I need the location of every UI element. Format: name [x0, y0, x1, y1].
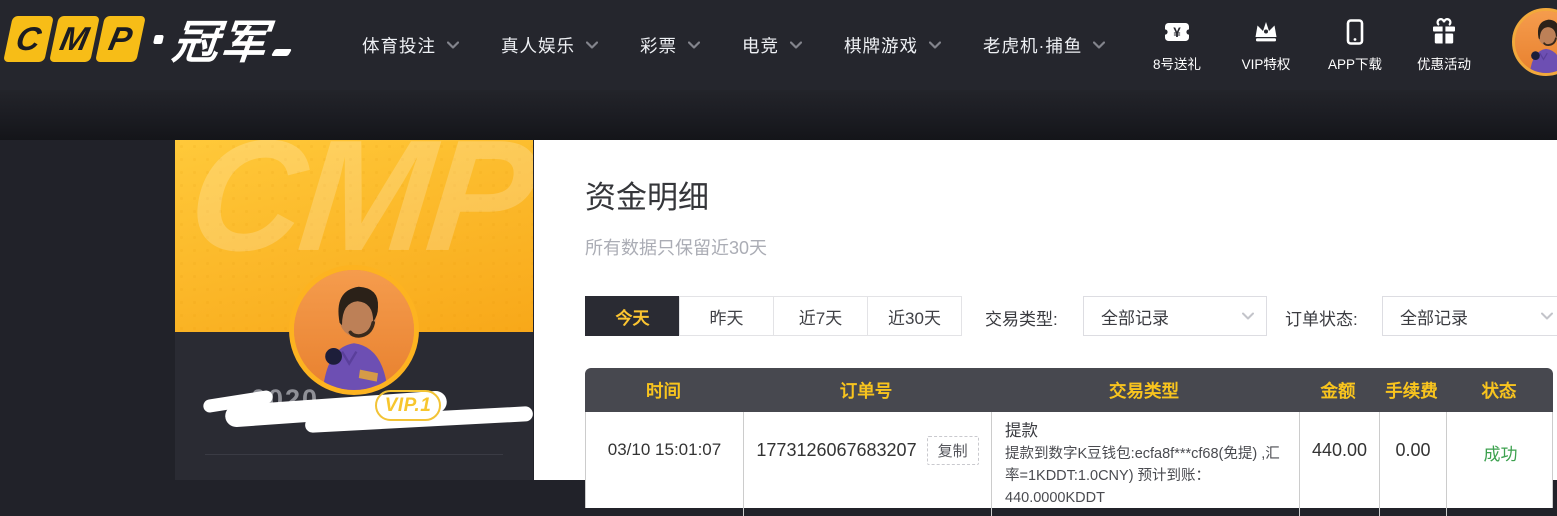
- vip-level-label: VIP.1: [385, 395, 432, 417]
- brand-logo[interactable]: C M P 冠军: [8, 13, 290, 65]
- profile-avatar[interactable]: [289, 265, 419, 395]
- transaction-type-description: 提款到数字K豆钱包:ecfa8f***cf68(免提) ,汇率=1KDDT:1.…: [1005, 443, 1286, 509]
- logo-brand-name: 冠军: [170, 6, 273, 72]
- nav-item-label: 真人娱乐: [501, 33, 575, 58]
- logo-letter-box: M: [49, 16, 100, 62]
- quick-link-app-download[interactable]: APP下载: [1325, 18, 1385, 73]
- tab-last-7-days[interactable]: 近7天: [773, 296, 868, 336]
- quick-links: ¥ 8号送礼 VIP特权 APP下载: [1147, 0, 1474, 90]
- nav-item-label: 彩票: [640, 33, 677, 58]
- cell-transaction-type: 提款 提款到数字K豆钱包:ecfa8f***cf68(免提) ,汇率=1KDDT…: [991, 412, 1299, 516]
- transaction-type-title: 提款: [1005, 419, 1286, 443]
- nav-item-label: 体育投注: [362, 33, 436, 58]
- quick-link-vip[interactable]: VIP特权: [1236, 18, 1296, 73]
- main-nav-menu: 体育投注 真人娱乐 彩票 电竞 棋牌游戏 老虎机·捕鱼: [362, 0, 1105, 90]
- nav-item-slots-fishing[interactable]: 老虎机·捕鱼: [983, 33, 1105, 58]
- logo-letter: M: [57, 20, 93, 58]
- column-header-fee: 手续费: [1378, 368, 1445, 412]
- quick-link-promotions[interactable]: 优惠活动: [1414, 18, 1474, 73]
- nav-item-label: 电竞: [742, 33, 779, 58]
- header-shadow-band: [0, 90, 1557, 140]
- phone-icon: [1341, 18, 1369, 46]
- tab-yesterday[interactable]: 昨天: [679, 296, 774, 336]
- transaction-type-select[interactable]: 全部记录: [1083, 296, 1267, 336]
- logo-letter-box: P: [95, 16, 146, 62]
- card-divider: [205, 454, 503, 455]
- copy-button[interactable]: 复制: [927, 436, 979, 465]
- cell-fee: 0.00: [1379, 412, 1446, 516]
- logo-letter: C: [13, 20, 45, 58]
- cell-amount: 440.00: [1299, 412, 1379, 516]
- tab-today[interactable]: 今天: [585, 296, 680, 336]
- order-id-text: 1773126067683207: [756, 440, 916, 461]
- cell-status: 成功: [1446, 412, 1554, 516]
- chevron-down-icon: [790, 41, 802, 49]
- select-value: 全部记录: [1400, 304, 1468, 329]
- nav-item-live-casino[interactable]: 真人娱乐: [501, 33, 598, 58]
- transaction-type-label: 交易类型:: [985, 305, 1058, 330]
- table-row: 03/10 15:01:07 1773126067683207 复制 提款 提款…: [585, 412, 1553, 508]
- svg-text:¥: ¥: [1173, 25, 1181, 40]
- nav-item-sports[interactable]: 体育投注: [362, 33, 459, 58]
- column-header-type: 交易类型: [990, 368, 1298, 412]
- chevron-down-icon: [1242, 312, 1254, 320]
- page-title: 资金明细: [585, 172, 709, 217]
- quick-link-label: VIP特权: [1242, 53, 1291, 73]
- column-header-amount: 金额: [1298, 368, 1378, 412]
- cell-time: 03/10 15:01:07: [586, 412, 743, 516]
- cell-order-id: 1773126067683207 复制: [743, 412, 991, 516]
- quick-link-label: 8号送礼: [1153, 53, 1201, 73]
- logo-dash: [271, 49, 292, 56]
- quick-link-label: APP下载: [1328, 53, 1382, 73]
- chevron-down-icon: [447, 41, 459, 49]
- vip-level-badge: VIP.1: [375, 390, 441, 421]
- select-value: 全部记录: [1101, 304, 1169, 329]
- chevron-down-icon: [688, 41, 700, 49]
- profile-card: CMP 0020 VIP.1: [175, 140, 533, 480]
- logo-letter-box: C: [3, 16, 54, 62]
- column-header-order-id: 订单号: [742, 368, 990, 412]
- tab-last-30-days[interactable]: 近30天: [867, 296, 962, 336]
- column-header-time: 时间: [585, 368, 742, 412]
- nav-item-label: 老虎机·捕鱼: [983, 33, 1082, 58]
- order-status-label: 订单状态:: [1285, 305, 1358, 330]
- quick-link-gift8[interactable]: ¥ 8号送礼: [1147, 18, 1207, 73]
- chevron-down-icon: [929, 41, 941, 49]
- ticket-yuan-icon: ¥: [1163, 18, 1191, 46]
- nav-item-lottery[interactable]: 彩票: [640, 33, 700, 58]
- quick-link-label: 优惠活动: [1417, 53, 1471, 73]
- player-avatar-image: [1515, 11, 1557, 73]
- chevron-down-icon: [1541, 312, 1553, 320]
- user-avatar[interactable]: [1512, 8, 1557, 76]
- nav-item-label: 棋牌游戏: [844, 33, 918, 58]
- nav-item-board-games[interactable]: 棋牌游戏: [844, 33, 941, 58]
- player-avatar-image: [294, 270, 414, 390]
- date-range-tabs: 今天 昨天 近7天 近30天: [585, 296, 962, 336]
- column-header-status: 状态: [1445, 368, 1553, 412]
- funds-detail-panel: 资金明细 所有数据只保留近30天 今天 昨天 近7天 近30天 交易类型: 全部…: [534, 140, 1557, 480]
- nav-item-esports[interactable]: 电竞: [742, 33, 802, 58]
- crown-icon: [1252, 18, 1280, 46]
- chevron-down-icon: [586, 41, 598, 49]
- order-status-select[interactable]: 全部记录: [1382, 296, 1557, 336]
- chevron-down-icon: [1093, 41, 1105, 49]
- gift-icon: [1430, 18, 1458, 46]
- logo-dot: [153, 35, 164, 44]
- table-header-row: 时间 订单号 交易类型 金额 手续费 状态: [585, 368, 1553, 412]
- page-subtitle: 所有数据只保留近30天: [585, 234, 767, 260]
- logo-letter: P: [105, 20, 135, 58]
- top-navbar: C M P 冠军 体育投注 真人娱乐 彩票 电竞 棋牌游戏 老虎机·捕鱼: [0, 0, 1557, 90]
